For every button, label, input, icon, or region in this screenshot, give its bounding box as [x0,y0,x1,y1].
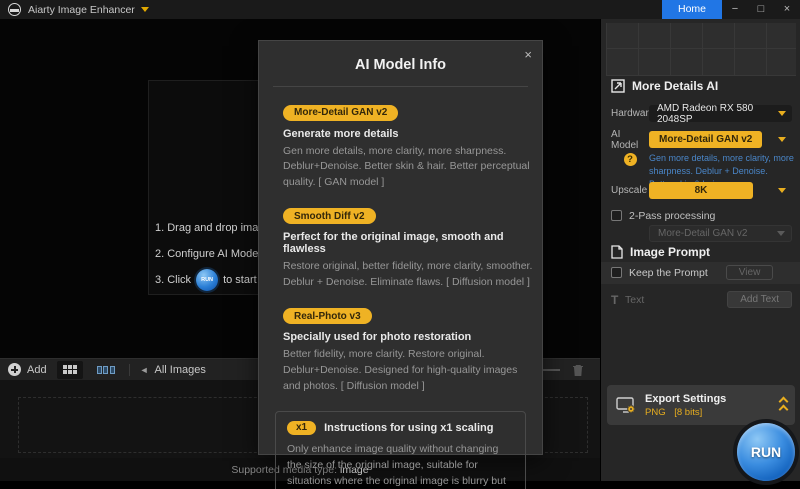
upscale-row: Upscale 8K [611,182,792,199]
minimize-button[interactable]: − [722,0,748,19]
image-prompt-header: Image Prompt [611,245,710,259]
x1-badge: x1 [287,420,317,435]
hardware-row: Hardware AMD Radeon RX 580 2048SP [611,103,792,125]
upscale-dropdown[interactable]: 8K [649,182,792,199]
ai-model-row: AI Model More-Detail GAN v2 [611,129,792,151]
export-format: PNG [645,406,666,418]
keep-prompt-checkbox[interactable] [611,267,622,278]
titlebar: Aiarty Image Enhancer Home − □ × [0,0,800,19]
text-row: T Text Add Text [611,291,792,308]
two-pass-checkbox[interactable] [611,210,622,221]
document-icon [611,245,623,259]
step-3: 3. Click RUN to start p [155,267,274,293]
export-bits: [8 bits] [674,406,703,418]
grid-view-icon [62,365,77,374]
step-1: 1. Drag and drop image [155,222,271,234]
step-2: 2. Configure AI Model ar [155,248,274,260]
app-title: Aiarty Image Enhancer [28,3,135,16]
preview-grid-panel [606,23,796,76]
text-tool-icon: T [611,292,619,307]
x1-scaling-note: x1 Instructions for using x1 scaling Onl… [275,410,526,489]
home-button[interactable]: Home [661,0,722,19]
chevron-down-icon [778,137,786,142]
add-text-button[interactable]: Add Text [727,291,792,308]
collapse-chevron-icon[interactable] [778,396,789,414]
model-section-more-detail-gan: More-Detail GAN v2 Generate more details… [283,102,530,191]
filmstrip-view-icon [96,365,115,374]
export-settings-title: Export Settings [645,392,727,405]
model-heading: Generate more details [283,127,399,140]
model-badge: Smooth Diff v2 [283,208,376,225]
model-section-smooth-diff: Smooth Diff v2 Perfect for the original … [283,206,532,291]
grid-view-button[interactable] [56,360,83,379]
run-mini-icon: RUN [196,269,219,291]
all-images-button[interactable]: ◄ All Images [140,364,206,376]
model-badge: Real-Photo v3 [283,308,372,325]
more-details-ai-header: More Details AI [611,79,718,93]
ai-model-info-dialog: × AI Model Info More-Detail GAN v2 Gener… [258,40,543,489]
export-monitor-icon [616,397,635,413]
two-pass-model-dropdown: More-Detail GAN v2 [649,225,792,242]
model-badge: More-Detail GAN v2 [283,104,399,121]
two-pass-model-row: More-Detail GAN v2 [649,225,792,242]
plus-circle-icon [8,363,21,376]
trash-icon[interactable] [572,363,584,380]
keep-prompt-row: Keep the Prompt View [611,264,792,281]
settings-sidebar: More Details AI Hardware AMD Radeon RX 5… [600,19,800,489]
enlarge-icon [611,79,625,93]
model-body: Gen more details, more clarity, more sha… [283,144,530,189]
help-icon[interactable]: ? [623,153,637,166]
model-section-real-photo: Real-Photo v3 Specially used for photo r… [283,306,524,395]
model-body: Better fidelity, more clarity. Restore o… [283,348,518,392]
chevron-down-icon [778,188,786,193]
filmstrip-view-button[interactable] [93,361,119,379]
view-button[interactable]: View [725,265,774,280]
app-logo-icon [8,3,21,16]
ai-model-dropdown[interactable]: More-Detail GAN v2 [649,131,792,148]
x1-note-title: Instructions for using x1 scaling [324,421,494,434]
export-settings-card[interactable]: Export Settings PNG [8 bits] [607,385,795,425]
two-pass-row: 2-Pass processing [611,207,792,224]
maximize-button[interactable]: □ [748,0,774,19]
app-menu-chevron-icon[interactable] [140,7,149,12]
chevron-down-icon [777,231,785,236]
hardware-dropdown[interactable]: AMD Radeon RX 580 2048SP [649,103,792,125]
toolbar-separator [128,363,130,376]
chevron-down-icon [778,111,786,116]
close-button[interactable]: × [774,0,800,19]
add-button[interactable]: Add [8,363,47,376]
model-heading: Perfect for the original image, smooth a… [283,231,504,256]
model-heading: Specially used for photo restoration [283,331,472,344]
x1-note-body: Only enhance image quality without chang… [287,442,506,488]
onboarding-steps: 1. Drag and drop image 2. Configure AI M… [155,215,274,293]
arrow-left-icon: ◄ [139,364,149,375]
dialog-title: AI Model Info [354,57,446,73]
model-body: Restore original, better fidelity, more … [283,260,533,288]
dialog-divider [273,86,528,87]
run-button[interactable]: RUN [737,423,795,481]
dialog-close-icon[interactable]: × [524,47,532,62]
